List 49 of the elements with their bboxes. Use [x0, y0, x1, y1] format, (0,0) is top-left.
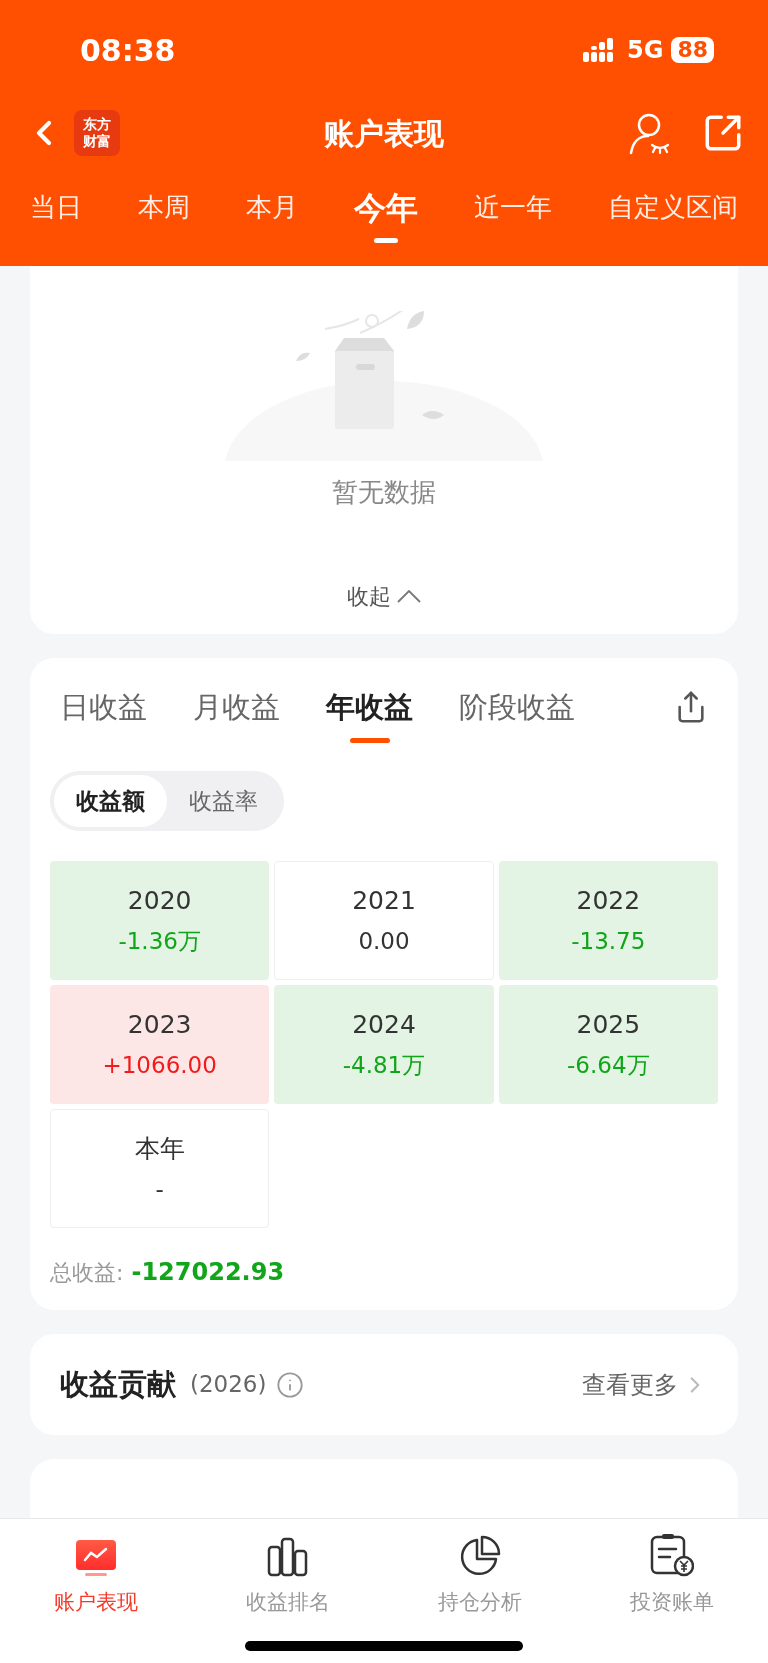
earnings-tab[interactable]: 月收益 — [193, 686, 280, 743]
metric-option[interactable]: 收益率 — [167, 774, 280, 827]
year-label: 2021 — [352, 885, 416, 918]
period-tab[interactable]: 本周 — [138, 184, 190, 238]
bill-yen-icon — [650, 1533, 694, 1577]
empty-message: 暂无数据 — [332, 476, 436, 509]
total-value: -127022.93 — [131, 1256, 285, 1288]
earnings-tab[interactable]: 阶段收益 — [459, 686, 575, 743]
battery-icon: 88 — [671, 37, 714, 63]
chevron-up-icon — [397, 590, 421, 603]
page-title: 账户表现 — [324, 114, 444, 153]
year-label: 2025 — [576, 1009, 641, 1042]
app-logo: 东方财富 — [74, 110, 120, 156]
year-value: -6.64万 — [567, 1050, 650, 1080]
user-hidden-icon[interactable] — [628, 111, 672, 155]
collapse-button[interactable]: 收起 — [347, 580, 421, 613]
year-value: -1.36万 — [118, 926, 201, 956]
year-label: 2022 — [576, 885, 641, 918]
earnings-tab[interactable]: 年收益 — [326, 686, 413, 743]
period-tab[interactable]: 本月 — [246, 184, 298, 238]
year-value: -4.81万 — [342, 1050, 426, 1080]
year-value: - — [155, 1174, 164, 1204]
period-tab[interactable]: 自定义区间 — [608, 184, 738, 238]
bar-chart-icon — [267, 1537, 309, 1577]
year-label: 2024 — [352, 1009, 416, 1042]
info-icon[interactable] — [276, 1370, 305, 1399]
year-label: 本年 — [134, 1133, 185, 1166]
see-more-link[interactable]: 查看更多 — [582, 1366, 708, 1403]
metric-option[interactable]: 收益额 — [54, 774, 167, 827]
period-tab[interactable]: 近一年 — [474, 184, 552, 238]
period-tab[interactable]: 今年 — [354, 184, 418, 243]
year-value: +1066.00 — [102, 1050, 217, 1080]
network-label: 5G — [626, 35, 664, 66]
status-time: 08:38 — [80, 31, 176, 70]
nav-tab[interactable]: 持仓分析 — [405, 1533, 555, 1619]
contribution-title: 收益贡献 — [60, 1365, 176, 1403]
year-value: -13.75 — [571, 926, 646, 956]
earnings-tab[interactable]: 日收益 — [60, 686, 147, 743]
year-value: 0.00 — [358, 926, 410, 956]
pie-chart-icon — [459, 1535, 501, 1577]
nav-tab[interactable]: 收益排名 — [213, 1533, 363, 1619]
total-label: 总收益: — [50, 1258, 124, 1287]
year-label: 2023 — [127, 1009, 192, 1042]
chart-monitor-icon — [75, 1539, 117, 1577]
nav-tab[interactable]: 投资账单 — [597, 1533, 747, 1619]
year-label: 2020 — [127, 885, 192, 918]
contribution-year: (2026) — [190, 1370, 267, 1400]
period-tab[interactable]: 当日 — [30, 184, 82, 238]
nav-tab[interactable]: 账户表现 — [21, 1533, 171, 1619]
